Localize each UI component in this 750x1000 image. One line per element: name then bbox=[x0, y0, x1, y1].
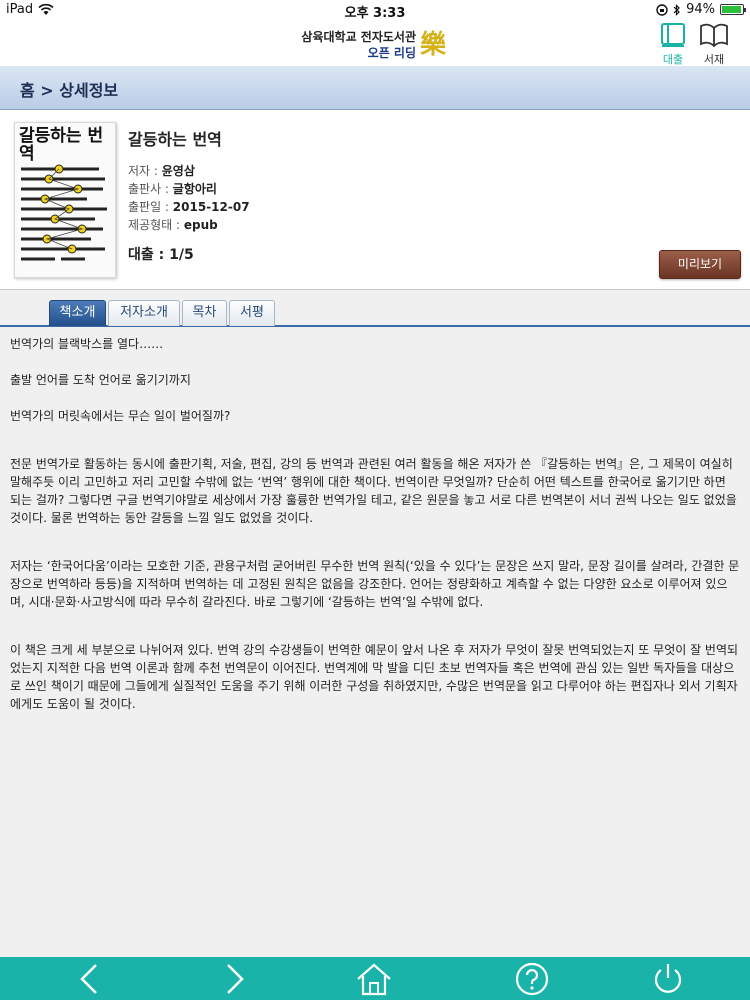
desc-paragraph: 번역가의 머릿속에서는 무슨 일이 벌어질까? bbox=[10, 409, 231, 423]
desc-paragraph: 전문 번역가로 활동하는 동시에 출판기획, 저술, 편집, 강의 등 번역과 … bbox=[10, 457, 737, 525]
status-time: 오후 3:33 bbox=[344, 6, 406, 21]
help-icon bbox=[515, 962, 549, 996]
service-name: 오픈 리딩 bbox=[367, 46, 416, 60]
help-button[interactable] bbox=[512, 961, 552, 997]
author-label: 저자 : bbox=[128, 164, 162, 178]
publisher-value: 글항아리 bbox=[172, 182, 217, 196]
pubdate-value: 2015-12-07 bbox=[172, 200, 250, 214]
pubdate-row: 출판일 : 2015-12-07 bbox=[128, 198, 250, 216]
logo-mark-icon: 樂 bbox=[419, 30, 446, 60]
cover-art-image bbox=[21, 164, 107, 261]
rotation-lock-icon bbox=[656, 3, 668, 16]
author-row: 저자 : 윤영삼 bbox=[128, 162, 250, 180]
desc-paragraph: 이 책은 크게 세 부분으로 나뉘어져 있다. 번역 강의 수강생들이 번역한 … bbox=[10, 643, 739, 711]
format-row: 제공형태 : epub bbox=[128, 216, 250, 234]
home-button[interactable] bbox=[354, 961, 394, 997]
back-icon bbox=[80, 964, 97, 994]
forward-icon bbox=[227, 964, 244, 994]
status-right: 94% bbox=[656, 2, 746, 17]
author-value: 윤영삼 bbox=[161, 164, 195, 178]
book-icon bbox=[661, 23, 685, 47]
status-bar: iPad 오후 3:33 94% bbox=[0, 0, 750, 21]
book-meta: 저자 : 윤영삼 출판사 : 글항아리 출판일 : 2015-12-07 제공형… bbox=[128, 162, 250, 234]
forward-button[interactable] bbox=[214, 961, 254, 997]
loan-status: 대출 : 1/5 bbox=[128, 247, 194, 263]
loan-label: 대출 bbox=[662, 53, 684, 66]
bookshelf-button[interactable]: 서재 bbox=[696, 22, 732, 66]
breadcrumb-bar: 홈 > 상세정보 bbox=[0, 66, 750, 110]
loan-button[interactable]: 대출 bbox=[655, 22, 691, 66]
cover-title: 갈등하는 번역 bbox=[19, 126, 104, 164]
tab-book-intro[interactable]: 책소개 bbox=[49, 300, 106, 326]
bottom-nav-bar bbox=[0, 957, 750, 1000]
publisher-label: 출판사 : bbox=[128, 182, 173, 196]
library-logo[interactable]: 삼육대학교 전자도서관 오픈 리딩 樂 bbox=[300, 24, 450, 64]
format-label: 제공형태 : bbox=[128, 218, 184, 232]
detail-tabs: 책소개 저자소개 목차 서평 bbox=[0, 291, 750, 327]
book-description: 번역가의 블랙박스를 열다…… 출발 언어를 도착 언어로 옮기기까지 번역가의… bbox=[0, 329, 750, 957]
power-icon bbox=[654, 964, 682, 993]
bluetooth-icon bbox=[673, 3, 680, 16]
book-cover[interactable]: 갈등하는 번역 bbox=[14, 122, 116, 278]
tab-author-intro[interactable]: 저자소개 bbox=[108, 300, 180, 326]
back-button[interactable] bbox=[70, 961, 110, 997]
desc-paragraph: 번역가의 블랙박스를 열다…… bbox=[10, 337, 164, 351]
shelf-label: 서재 bbox=[703, 53, 725, 66]
format-value: epub bbox=[183, 218, 218, 232]
battery-percent: 94% bbox=[686, 2, 715, 17]
preview-button[interactable]: 미리보기 bbox=[659, 250, 741, 279]
book-title: 갈등하는 번역 bbox=[128, 130, 222, 149]
battery-icon bbox=[720, 4, 746, 15]
desc-paragraph: 저자는 ‘한국어다움’이라는 모호한 기준, 관용구처럼 굳어버린 무수한 번역… bbox=[10, 559, 740, 609]
breadcrumb[interactable]: 홈 > 상세정보 bbox=[20, 77, 118, 101]
book-detail-panel: 갈등하는 번역 갈등하는 번역 저자: 윤영삼 출판사: 글항아리 출판일 … bbox=[0, 110, 750, 290]
library-name: 삼육대학교 전자도서관 bbox=[301, 30, 416, 44]
publisher-row: 출판사 : 글항아리 bbox=[128, 180, 250, 198]
pubdate-label: 출판일 : bbox=[128, 200, 173, 214]
desc-paragraph: 출발 언어를 도착 언어로 옮기기까지 bbox=[10, 373, 191, 387]
app-header: 삼육대학교 전자도서관 오픈 리딩 樂 대출 서재 bbox=[0, 20, 750, 66]
open-book-icon bbox=[700, 23, 728, 48]
home-icon bbox=[357, 963, 391, 996]
tab-contents[interactable]: 목차 bbox=[182, 300, 227, 326]
power-button[interactable] bbox=[648, 961, 688, 997]
tab-reviews[interactable]: 서평 bbox=[229, 300, 275, 326]
